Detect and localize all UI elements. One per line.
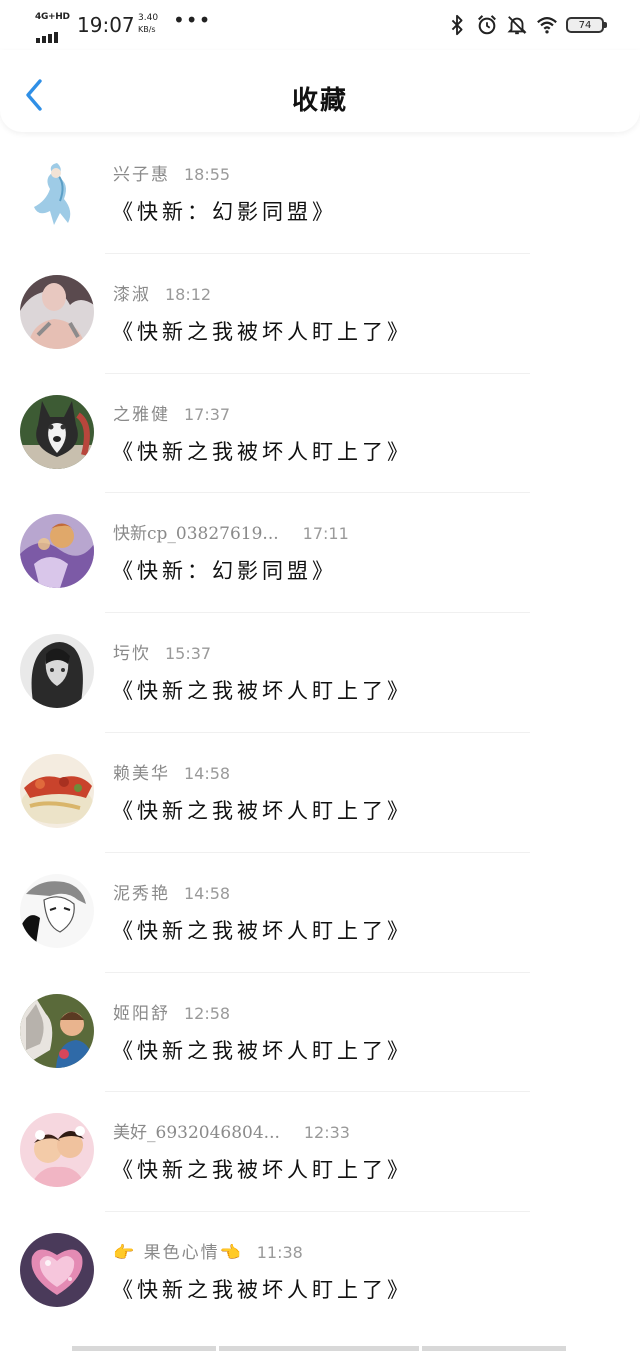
list-item[interactable]: 漆淑 18:12 《快新之我被坏人盯上了》 <box>0 254 640 374</box>
list-item[interactable]: 姬阳舒 12:58 《快新之我被坏人盯上了》 <box>0 973 640 1093</box>
network-type: 4G+HD <box>35 12 70 22</box>
user-name: 快新cp_03827619... <box>113 524 279 545</box>
speed-unit: KB/s <box>138 25 156 34</box>
timestamp: 17:37 <box>184 404 231 424</box>
signal-icon: 4G+HD <box>35 12 71 43</box>
item-meta: 赖美华 14:58 <box>113 759 230 784</box>
timestamp: 18:12 <box>165 284 212 304</box>
timestamp: 15:37 <box>165 644 212 664</box>
timestamp: 18:55 <box>184 165 231 184</box>
book-title: 《快新：幻影同盟》 <box>112 200 337 224</box>
avatar[interactable] <box>20 394 94 469</box>
user-name: 美好_6932046804... <box>113 1123 280 1144</box>
list-item[interactable]: 泥秀艳 14:58 《快新之我被坏人盯上了》 <box>0 853 640 973</box>
avatar[interactable] <box>20 634 94 709</box>
favorites-list: 兴子惠 18:55 《快新：幻影同盟》 漆淑 18:12 《快新之我被坏人盯上了》 <box>0 134 640 1332</box>
list-item[interactable]: 之雅健 17:37 《快新之我被坏人盯上了》 <box>0 374 640 494</box>
timestamp: 12:58 <box>184 1003 231 1023</box>
book-title: 《快新：幻影同盟》 <box>112 559 337 584</box>
avatar[interactable] <box>20 514 94 589</box>
battery-level: 74 <box>578 19 592 31</box>
user-name: 赖美华 <box>113 763 170 784</box>
item-meta: 姬阳舒 12:58 <box>113 999 230 1024</box>
book-title: 《快新之我被坏人盯上了》 <box>112 1038 412 1063</box>
list-item[interactable]: 赖美华 14:58 《快新之我被坏人盯上了》 <box>0 733 640 853</box>
avatar[interactable] <box>20 873 94 948</box>
battery-icon: 74 <box>566 17 607 33</box>
avatar[interactable] <box>20 274 94 349</box>
book-title: 《快新之我被坏人盯上了》 <box>112 439 412 464</box>
network-speed: 3.40 KB/s <box>138 13 158 35</box>
book-title: 《快新之我被坏人盯上了》 <box>112 1158 412 1183</box>
user-name: 兴子惠 <box>113 165 170 185</box>
list-item[interactable]: 美好_6932046804... 12:33 《快新之我被坏人盯上了》 <box>0 1092 640 1213</box>
item-meta: 美好_6932046804... 12:33 <box>113 1118 350 1143</box>
book-title: 《快新之我被坏人盯上了》 <box>112 798 412 823</box>
item-meta: 圬忺 15:37 <box>113 639 211 664</box>
page-title: 收藏 <box>291 86 348 116</box>
alarm-icon <box>478 15 496 35</box>
item-meta: 之雅健 17:37 <box>113 400 230 425</box>
avatar[interactable] <box>20 155 94 229</box>
list-item[interactable]: 兴子惠 18:55 《快新：幻影同盟》 <box>0 134 640 254</box>
user-name: 圬忺 <box>113 644 151 665</box>
user-name: 姬阳舒 <box>113 1003 170 1024</box>
speed-value: 3.40 <box>138 13 159 23</box>
timestamp: 14:58 <box>184 883 231 903</box>
avatar[interactable] <box>20 993 94 1068</box>
timestamp: 11:38 <box>256 1243 303 1263</box>
status-bar: 4G+HD 19:07 3.40 KB/s ••• 74 <box>0 0 640 50</box>
user-name: 之雅健 <box>113 404 170 425</box>
item-meta: 👉 果色心情👈 11:38 <box>113 1238 303 1263</box>
header: 收藏 <box>0 50 640 132</box>
bluetooth-icon <box>451 14 463 36</box>
avatar[interactable] <box>20 753 94 828</box>
list-item[interactable]: 圬忺 15:37 《快新之我被坏人盯上了》 <box>0 613 640 733</box>
item-meta: 漆淑 18:12 <box>113 280 211 305</box>
mute-bell-icon <box>507 16 527 35</box>
timestamp: 12:33 <box>303 1123 350 1143</box>
scroll-indicator <box>72 1346 572 1351</box>
item-meta: 兴子惠 18:55 <box>113 160 230 185</box>
user-name: 👉 果色心情👈 <box>113 1243 243 1264</box>
item-meta: 快新cp_03827619... 17:11 <box>113 519 349 544</box>
user-name: 漆淑 <box>113 284 151 305</box>
user-name: 泥秀艳 <box>113 883 170 904</box>
item-meta: 泥秀艳 14:58 <box>113 879 230 904</box>
book-title: 《快新之我被坏人盯上了》 <box>112 679 412 704</box>
list-item[interactable]: 快新cp_03827619... 17:11 《快新：幻影同盟》 <box>0 493 640 614</box>
avatar[interactable] <box>20 1233 94 1308</box>
timestamp: 14:58 <box>184 763 231 783</box>
book-title: 《快新之我被坏人盯上了》 <box>112 1278 412 1303</box>
timestamp: 17:11 <box>302 524 349 544</box>
clock: 19:07 <box>77 13 135 37</box>
wifi-icon <box>537 17 557 34</box>
book-title: 《快新之我被坏人盯上了》 <box>112 319 412 344</box>
book-title: 《快新之我被坏人盯上了》 <box>112 918 412 943</box>
avatar[interactable] <box>20 1113 94 1188</box>
more-notifications-icon: ••• <box>173 8 212 32</box>
list-item[interactable]: 👉 果色心情👈 11:38 《快新之我被坏人盯上了》 <box>0 1212 640 1332</box>
